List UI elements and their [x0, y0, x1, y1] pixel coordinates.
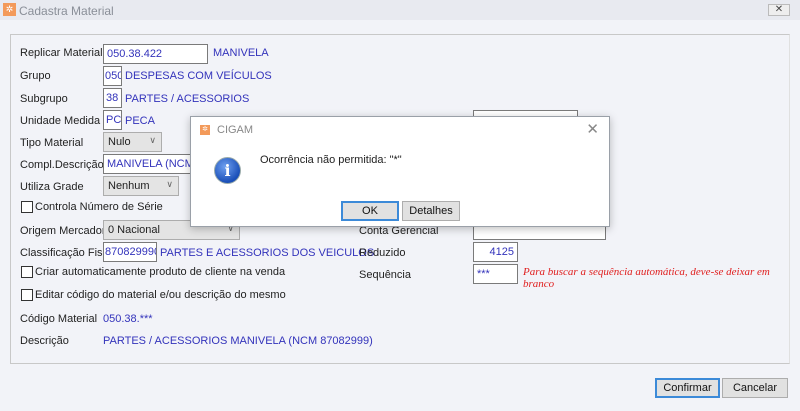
- serie-checkbox[interactable]: Controla Número de Série: [21, 201, 163, 213]
- criar-checkbox[interactable]: Criar automaticamente produto de cliente…: [21, 266, 285, 278]
- codigo-label: Código Material: [20, 313, 98, 325]
- unidade-label: Unidade Medida: [20, 115, 101, 127]
- replicar-label: Replicar Material: [20, 47, 103, 59]
- sequencia-input[interactable]: ***: [473, 264, 518, 284]
- detalhes-button[interactable]: Detalhes: [402, 201, 460, 221]
- compl-label: Compl.Descrição: [20, 159, 104, 171]
- reduzido-input[interactable]: 4125: [473, 242, 518, 262]
- fiscal-input[interactable]: 8708299900: [103, 242, 157, 262]
- grade-label: Utiliza Grade: [20, 181, 84, 193]
- checkbox-box[interactable]: [21, 266, 33, 278]
- replicar-desc: MANIVELA: [213, 47, 269, 59]
- window-close-button[interactable]: ✕: [768, 4, 790, 16]
- tipo-value: Nulo: [108, 136, 131, 148]
- subgrupo-label: Subgrupo: [20, 93, 68, 105]
- window-title: Cadastra Material: [19, 4, 114, 18]
- checkbox-box[interactable]: [21, 289, 33, 301]
- info-icon: i: [214, 157, 241, 184]
- reduzido-label: Reduzido: [359, 247, 406, 259]
- confirmar-button[interactable]: Confirmar: [655, 378, 720, 398]
- cigam-logo-icon: ✲: [200, 125, 210, 135]
- grupo-input[interactable]: 050: [103, 66, 122, 86]
- sequencia-hint: Para buscar a sequência automática, deve…: [523, 266, 770, 290]
- tipo-select[interactable]: Nulo ∨: [103, 132, 162, 152]
- checkbox-box[interactable]: [21, 201, 33, 213]
- cancelar-button[interactable]: Cancelar: [722, 378, 788, 398]
- codigo-value: 050.38.***: [103, 313, 153, 325]
- descricao-label: Descrição: [20, 335, 69, 347]
- editar-checkbox[interactable]: Editar código do material e/ou descrição…: [21, 289, 286, 301]
- dialog-title: CIGAM: [217, 124, 254, 136]
- origem-value: 0 Nacional: [108, 224, 160, 236]
- title-bar: ✲ Cadastra Material ✕: [0, 0, 800, 20]
- subgrupo-input[interactable]: 38: [103, 88, 122, 108]
- cigam-dialog: ✲ CIGAM ✕ i Ocorrência não permitida: "*…: [190, 116, 610, 227]
- tipo-label: Tipo Material: [20, 137, 84, 149]
- chevron-down-icon: ∨: [166, 179, 173, 189]
- app-logo-icon: ✲: [3, 3, 16, 16]
- origem-label: Origem Mercadoria: [20, 225, 115, 237]
- chevron-down-icon: ∨: [149, 135, 156, 145]
- unidade-input[interactable]: PC: [103, 110, 122, 130]
- grupo-desc: DESPESAS COM VEÍCULOS: [125, 70, 272, 82]
- grade-value: Nenhum: [108, 180, 150, 192]
- dialog-close-button[interactable]: ✕: [586, 120, 599, 138]
- sequencia-label: Sequência: [359, 269, 411, 281]
- grade-select[interactable]: Nenhum ∨: [103, 176, 179, 196]
- ok-button[interactable]: OK: [341, 201, 399, 221]
- grupo-label: Grupo: [20, 70, 51, 82]
- criar-label: Criar automaticamente produto de cliente…: [35, 266, 286, 278]
- dialog-message: Ocorrência não permitida: "*": [260, 154, 402, 166]
- editar-label: Editar código do material e/ou descrição…: [35, 289, 286, 301]
- subgrupo-desc: PARTES / ACESSORIOS: [125, 93, 250, 105]
- unidade-desc: PECA: [125, 115, 155, 127]
- serie-label: Controla Número de Série: [35, 201, 163, 213]
- fiscal-desc: PARTES E ACESSORIOS DOS VEICULOS: [160, 247, 375, 259]
- descricao-value: PARTES / ACESSORIOS MANIVELA (NCM 870829…: [103, 335, 373, 347]
- replicar-input[interactable]: 050.38.422: [103, 44, 208, 64]
